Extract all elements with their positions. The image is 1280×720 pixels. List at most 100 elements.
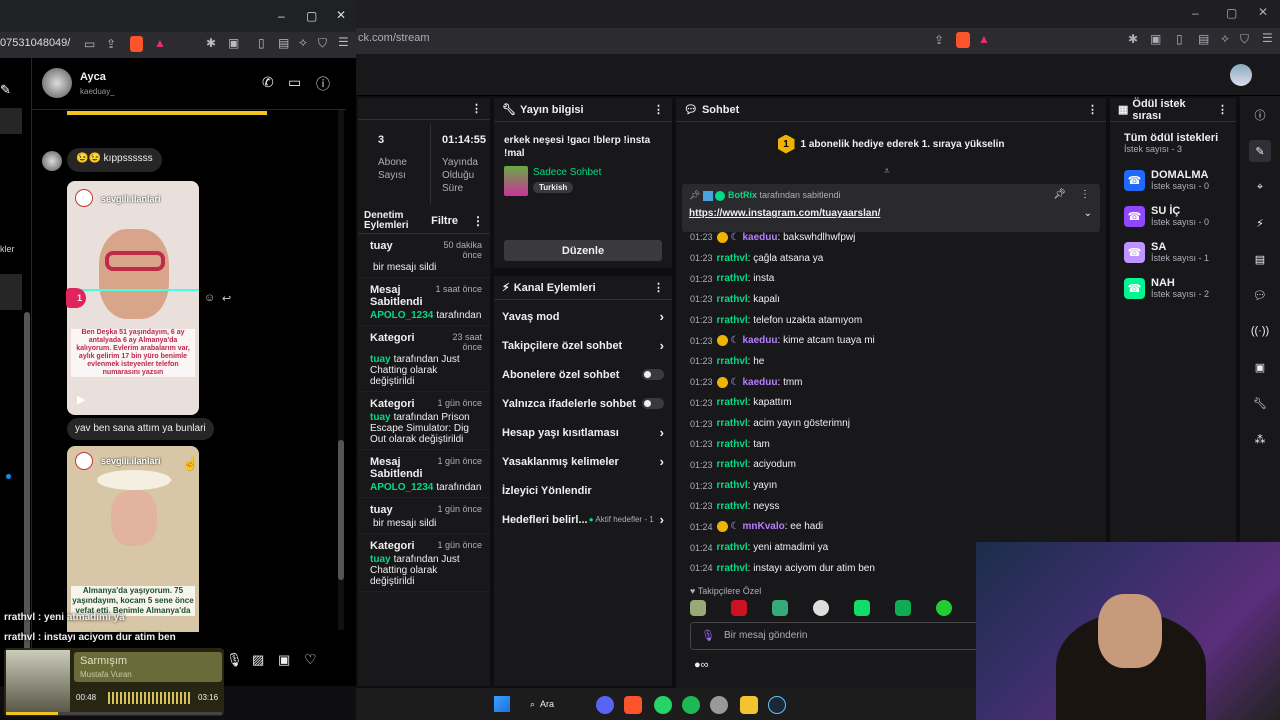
- steam-icon[interactable]: [768, 696, 786, 714]
- message-bubble[interactable]: 😉😉 kıppssssss: [67, 148, 162, 172]
- emote-icon[interactable]: [854, 600, 870, 616]
- conversation-item[interactable]: [0, 108, 22, 134]
- microphone-icon[interactable]: 🎙︎: [226, 652, 243, 668]
- discord-icon[interactable]: [596, 696, 614, 714]
- thread-scrollbar[interactable]: [338, 110, 344, 630]
- emoji-icon[interactable]: ☺: [204, 292, 215, 304]
- emote-icon[interactable]: [772, 600, 788, 616]
- chat-username[interactable]: rrathvl: [717, 439, 748, 450]
- emote-icon[interactable]: [936, 600, 952, 616]
- chat-username[interactable]: rrathvl: [717, 315, 748, 326]
- channel-action-item[interactable]: İzleyici Yönlendir: [494, 476, 672, 505]
- taskbar-search[interactable]: ⌕ Ara: [530, 694, 578, 714]
- sticker-icon[interactable]: ▣: [278, 652, 290, 668]
- avatar[interactable]: [1230, 64, 1252, 86]
- chat-username[interactable]: rrathvl: [717, 397, 748, 408]
- contact-name[interactable]: Ayca: [80, 71, 106, 83]
- extensions-icon[interactable]: ✱: [1128, 32, 1138, 46]
- pinned-link[interactable]: https://www.instagram.com/tuayaarslan/: [689, 208, 880, 219]
- rewards-triangle-icon[interactable]: ▲: [978, 32, 990, 46]
- share-icon[interactable]: ⇪: [106, 37, 116, 51]
- reel-account[interactable]: sevgili.ilanlari: [101, 194, 161, 204]
- close-icon[interactable]: ✕: [1258, 5, 1268, 19]
- video-call-icon[interactable]: ▭: [288, 74, 301, 91]
- microphone-icon[interactable]: 🎙︎: [701, 629, 715, 642]
- wallet-icon[interactable]: ▤: [1198, 32, 1209, 46]
- mod-action-item[interactable]: tuay 1 gün önce bir mesajı sildi: [358, 498, 490, 534]
- kebab-icon[interactable]: ⋮: [1217, 103, 1228, 116]
- tag-chip[interactable]: Turkish: [533, 182, 574, 193]
- leo-icon[interactable]: ✧: [1220, 32, 1230, 46]
- leo-icon[interactable]: ✧: [298, 36, 308, 50]
- reward-item[interactable]: ☎ SU İÇ İstek sayısı - 0: [1110, 198, 1236, 234]
- toggle-switch[interactable]: [642, 398, 664, 409]
- emote-icon[interactable]: [895, 600, 911, 616]
- kebab-icon[interactable]: ⋮: [653, 103, 664, 116]
- wrench-icon[interactable]: 🔧︎: [1249, 392, 1271, 414]
- mod-action-item[interactable]: tuay 50 dakika önce bir mesajı sildi: [358, 234, 490, 278]
- chat-username[interactable]: rrathvl: [717, 542, 748, 553]
- unpin-icon[interactable]: 📌︎: [1053, 189, 1066, 200]
- chat-message[interactable]: 01:23 rrathvl: acim yayın gösterimnj: [676, 413, 1106, 434]
- reaction-badge[interactable]: 1: [66, 288, 86, 308]
- mod-action-item[interactable]: Kategori 1 gün önce tuay tarafından Just Ch…: [358, 534, 490, 592]
- reply-icon[interactable]: ↩: [222, 292, 231, 305]
- target-icon[interactable]: ⌖: [1249, 176, 1271, 198]
- reward-item[interactable]: ☎ SA İstek sayısı - 1: [1110, 234, 1236, 270]
- chat-message[interactable]: 01:23 rrathvl: insta: [676, 268, 1106, 289]
- chevron-down-icon[interactable]: ⌄: [1084, 208, 1092, 219]
- conversation-item[interactable]: [0, 274, 22, 310]
- windows-start-icon[interactable]: [494, 696, 510, 712]
- kebab-icon[interactable]: ⋮: [653, 281, 664, 294]
- compose-icon[interactable]: ✎: [0, 82, 11, 98]
- maximize-icon[interactable]: ▢: [1226, 6, 1237, 20]
- mod-action-item[interactable]: Mesaj Sabitlendi 1 gün önce APOLO_1234 tara…: [358, 450, 490, 498]
- shared-reel[interactable]: sevgili.ilanlari Ben Deşka 51 yaşındayım…: [67, 181, 199, 415]
- chat-message[interactable]: 01:23 rrathvl: çağla atsana ya: [676, 248, 1106, 269]
- channel-action-item[interactable]: Hesap yaşı kısıtlaması ›: [494, 418, 672, 447]
- chat-username[interactable]: rrathvl: [717, 356, 748, 367]
- chat-message[interactable]: 01:23 rrathvl: neyss: [676, 496, 1106, 517]
- brave-icon[interactable]: [624, 696, 642, 714]
- avatar[interactable]: [42, 68, 72, 98]
- edit-button[interactable]: Düzenle: [504, 240, 662, 261]
- chat-username[interactable]: rrathvl: [717, 294, 748, 305]
- chat-username[interactable]: rrathvl: [717, 273, 748, 284]
- sidebar-icon[interactable]: ▯: [258, 36, 265, 50]
- heart-icon[interactable]: ♡: [304, 651, 317, 668]
- sidebar-icon[interactable]: ▯: [1176, 32, 1183, 46]
- kebab-icon[interactable]: ⋮: [1087, 103, 1098, 116]
- broadcast-icon[interactable]: ((·)): [1249, 320, 1271, 342]
- spotify-icon[interactable]: [682, 696, 700, 714]
- kebab-icon[interactable]: ⋮: [1080, 189, 1090, 200]
- obs-icon[interactable]: [710, 696, 728, 714]
- channel-action-item[interactable]: Yasaklanmış kelimeler ›: [494, 447, 672, 476]
- chat-message[interactable]: 01:23 rrathvl: kapalı: [676, 289, 1106, 310]
- chat-message[interactable]: 01:23 rrathvl: tam: [676, 434, 1106, 455]
- address-bar[interactable]: ck.com/stream: [358, 32, 978, 50]
- emote-icon[interactable]: [731, 600, 747, 616]
- phone-icon[interactable]: ✆: [262, 74, 274, 91]
- chat-message[interactable]: 01:23 rrathvl: aciyodum: [676, 455, 1106, 476]
- emote-icon[interactable]: [813, 600, 829, 616]
- message-bubble[interactable]: yav ben sana attım ya bunlari: [67, 418, 214, 440]
- chat-message[interactable]: 01:23 rrathvl: telefon uzakta atamıyom: [676, 310, 1106, 331]
- kebab-icon[interactable]: ⋮: [471, 102, 482, 115]
- chat-message[interactable]: 01:24 ☾ mnKvalo: ee hadi: [676, 517, 1106, 538]
- chat-username[interactable]: kaeduu: [743, 377, 778, 388]
- chat-bubble-icon[interactable]: 💬︎: [1249, 284, 1271, 306]
- chat-username[interactable]: kaeduu: [743, 335, 778, 346]
- toggle-switch[interactable]: [642, 369, 664, 380]
- maximize-icon[interactable]: ▢: [306, 9, 317, 23]
- chat-username[interactable]: rrathvl: [717, 480, 748, 491]
- cast-icon[interactable]: ▭: [84, 37, 95, 51]
- shared-reel[interactable]: sevgili.ilanlari Almanya'da yaşıyorum. 7…: [67, 446, 199, 632]
- menu-icon[interactable]: ☰: [1262, 31, 1273, 45]
- minimize-icon[interactable]: –: [278, 9, 285, 23]
- mod-action-item[interactable]: Mesaj Sabitlendi 1 saat önce APOLO_1234 tar…: [358, 278, 490, 326]
- chat-message[interactable]: 01:23 ☾ kaeduu: tmm: [676, 372, 1106, 393]
- screenshot-icon[interactable]: ▣: [1150, 32, 1161, 46]
- chat-input[interactable]: 🎙︎ Bir mesaj gönderin: [690, 622, 990, 650]
- file-explorer-icon[interactable]: [740, 696, 758, 714]
- bits-icon[interactable]: ●∞: [694, 659, 709, 671]
